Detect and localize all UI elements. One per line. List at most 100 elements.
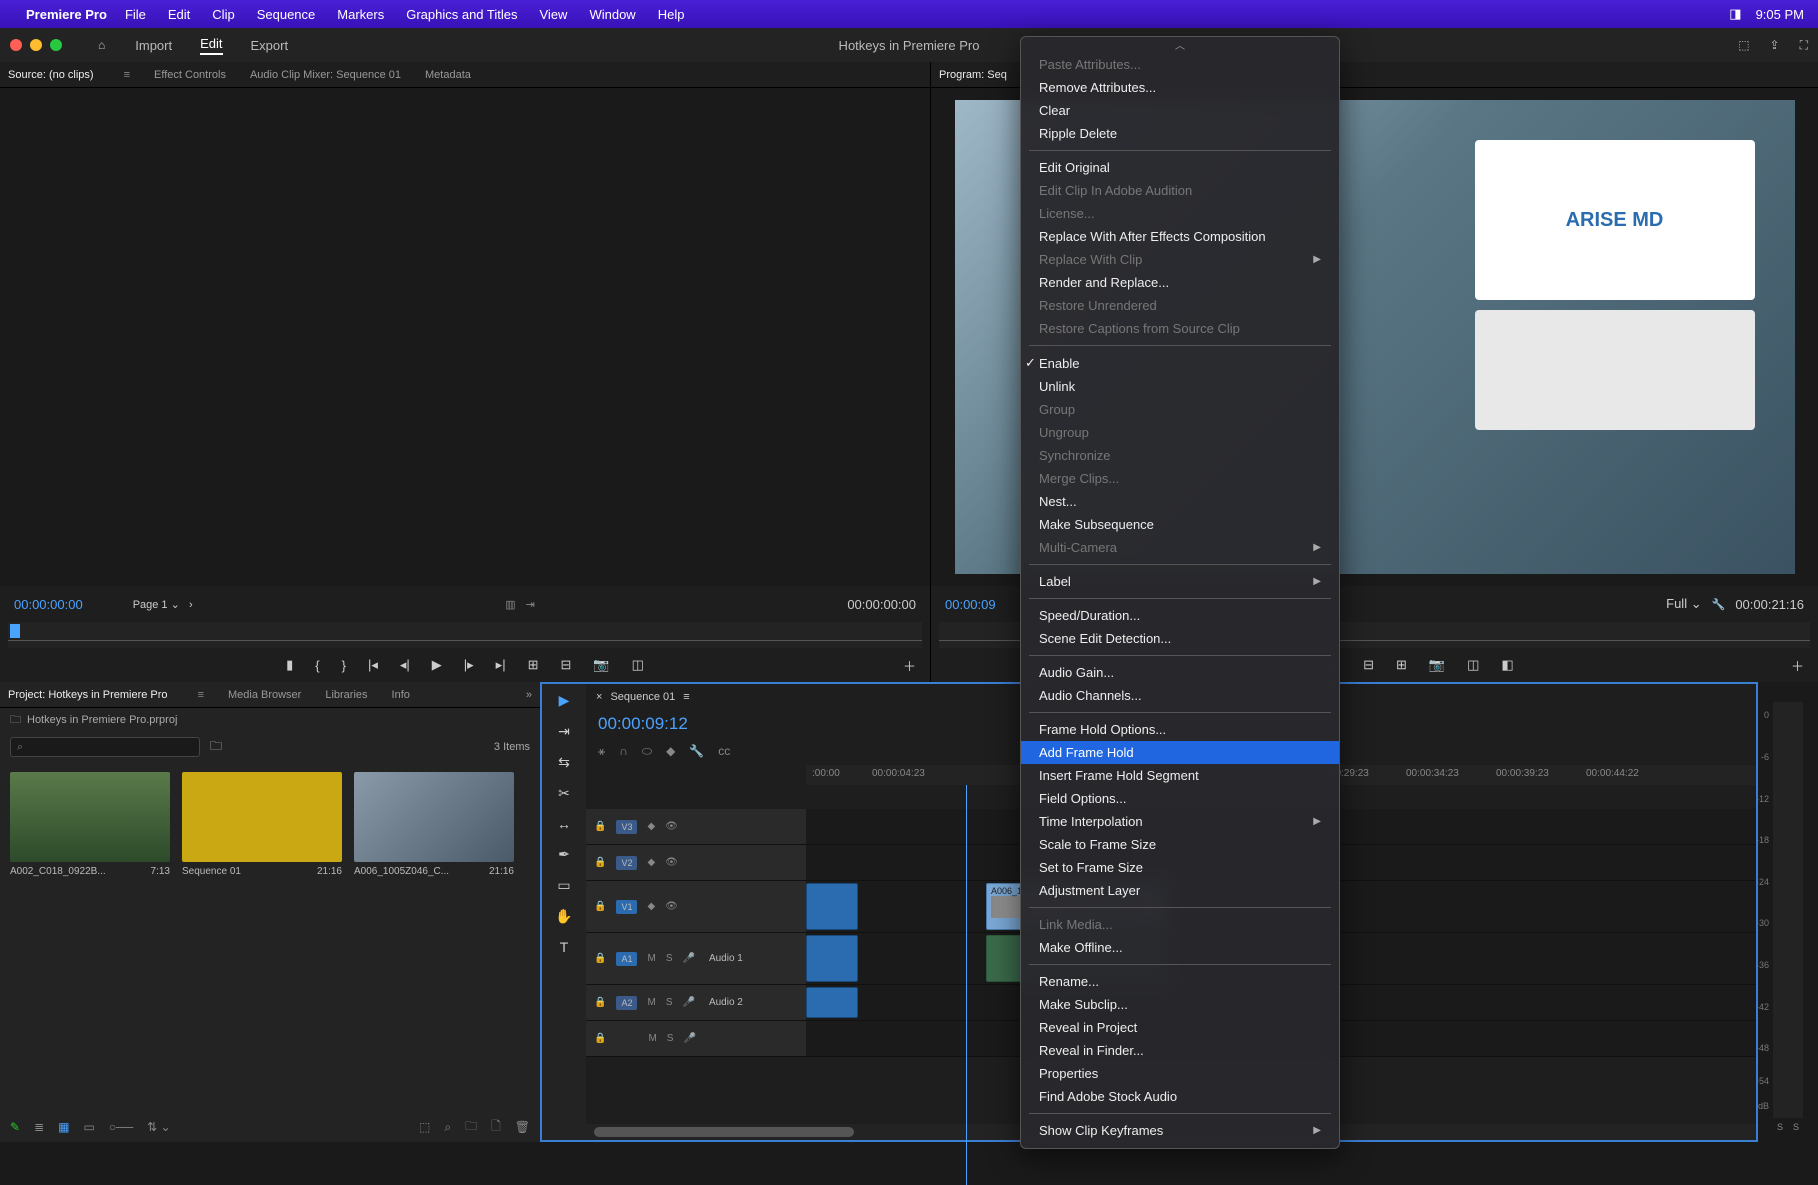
program-zoom-select[interactable]: Full ⌄ [1666,596,1701,612]
comparison-icon[interactable]: ◫ [632,657,644,673]
ctx-frame-hold-options[interactable]: Frame Hold Options... [1021,718,1339,741]
eye-icon[interactable]: 👁 [665,901,678,912]
fullscreen-icon[interactable]: ⛶ [1800,38,1808,53]
insert-icon[interactable]: ⊞ [528,657,539,673]
overwrite-icon[interactable]: ⊟ [560,657,571,673]
pen-tool-icon[interactable]: ✒ [558,846,570,863]
track-tag[interactable]: A1 [616,952,637,966]
ctx-properties[interactable]: Properties [1021,1062,1339,1085]
zoom-window-button[interactable] [50,39,62,51]
go-out-icon[interactable]: ▸| [496,657,506,673]
share-icon[interactable]: ⇪ [1770,38,1780,53]
menu-view[interactable]: View [540,7,568,22]
ctx-reveal-in-project[interactable]: Reveal in Project [1021,1016,1339,1039]
panel-menu-icon[interactable]: ≡ [683,691,689,703]
quick-export-icon[interactable]: ⬚ [1738,38,1749,53]
ctx-nest[interactable]: Nest... [1021,490,1339,513]
hand-tool-icon[interactable]: ✋ [555,908,572,925]
solo-icon[interactable]: S [666,997,673,1008]
settings-icon[interactable]: ⇥ [526,598,535,611]
source-tc-left[interactable]: 00:00:00:00 [14,597,83,612]
voice-over-icon[interactable]: 🎤 [683,1033,695,1044]
voice-over-icon[interactable]: 🎤 [682,997,694,1008]
close-window-button[interactable] [10,39,22,51]
eye-icon[interactable]: 👁 [665,821,678,832]
video-clip[interactable] [806,883,858,930]
new-bin-icon[interactable]: 🗀 [210,737,222,758]
ctx-remove-attributes[interactable]: Remove Attributes... [1021,76,1339,99]
wrench-icon[interactable]: 🔧 [1712,598,1726,611]
mute-icon[interactable]: M [647,953,655,964]
step-back-icon[interactable]: ◂| [400,657,410,673]
find-icon[interactable]: ⌕ [444,1120,451,1135]
add-marker-icon[interactable]: ▮ [286,657,293,673]
lock-icon[interactable]: 🔒 [594,821,606,832]
tab-project[interactable]: Project: Hotkeys in Premiere Pro [8,689,168,701]
marker-icon[interactable]: ◆ [666,744,675,759]
track-tag[interactable]: V1 [616,900,637,914]
button-editor-icon[interactable]: ＋ [1791,656,1804,675]
ctx-adjustment-layer[interactable]: Adjustment Layer [1021,879,1339,902]
export-frame-icon[interactable]: 📷 [1429,657,1445,673]
ripple-edit-tool-icon[interactable]: ⇆ [558,754,570,771]
ctx-audio-channels[interactable]: Audio Channels... [1021,684,1339,707]
mark-in-icon[interactable]: { [315,658,319,673]
sync-lock-icon[interactable]: ◆ [647,857,655,868]
tab-effect-controls[interactable]: Effect Controls [154,69,226,81]
clip-card[interactable]: A002_C018_0922B...7:13 [10,772,170,877]
ctx-make-subsequence[interactable]: Make Subsequence [1021,513,1339,536]
solo-icon[interactable]: S [666,953,673,964]
sync-lock-icon[interactable]: ◆ [647,821,655,832]
mute-icon[interactable]: M [647,997,655,1008]
ctx-scale-to-frame-size[interactable]: Scale to Frame Size [1021,833,1339,856]
scroll-up-arrow-icon[interactable]: ︿ [1021,43,1339,53]
bin-icon[interactable]: 🗀 [10,711,21,730]
meter-scale[interactable]: 0 -6 -12 -18 -24 -30 -36 -42 -48 -54 dB [1773,702,1803,1118]
lock-icon[interactable]: 🔒 [594,857,606,868]
new-item-icon[interactable]: 🗋 [491,1117,501,1138]
tab-program[interactable]: Program: Seq [939,69,1007,81]
timeline-playhead[interactable] [966,785,967,1185]
clip-thumbnail[interactable] [10,772,170,862]
ctx-add-frame-hold[interactable]: Add Frame Hold [1021,741,1339,764]
audio-clip[interactable] [806,987,858,1018]
lift-icon[interactable]: ⊟ [1363,657,1374,673]
clip-thumbnail[interactable] [182,772,342,862]
ctx-replace-with-after-effects-composition[interactable]: Replace With After Effects Composition [1021,225,1339,248]
menu-markers[interactable]: Markers [337,7,384,22]
track-tag[interactable]: V3 [616,820,637,834]
track-tag[interactable]: V2 [616,856,637,870]
play-icon[interactable]: ▶ [432,657,442,673]
freeform-view-icon[interactable]: ▭ [83,1120,94,1134]
ctx-ripple-delete[interactable]: Ripple Delete [1021,122,1339,145]
eye-icon[interactable]: 👁 [665,857,678,868]
clip-card[interactable]: Sequence 0121:16 [182,772,342,877]
menu-edit[interactable]: Edit [168,7,190,22]
tab-audio-clip-mixer[interactable]: Audio Clip Mixer: Sequence 01 [250,69,401,81]
track-tag[interactable]: A2 [616,996,637,1010]
button-editor-icon[interactable]: ＋ [903,656,916,675]
tab-metadata[interactable]: Metadata [425,69,471,81]
home-icon[interactable]: ⌂ [98,38,105,52]
solo-icon[interactable]: S [667,1033,674,1044]
tab-media-browser[interactable]: Media Browser [228,689,301,701]
lock-icon[interactable]: 🔒 [594,997,606,1008]
sort-icon[interactable]: ⇅ ⌄ [147,1120,170,1134]
type-tool-icon[interactable]: T [560,939,569,955]
project-search-input[interactable] [10,737,200,757]
solo-left[interactable]: S [1777,1122,1783,1142]
ctx-make-subclip[interactable]: Make Subclip... [1021,993,1339,1016]
ctx-make-offline[interactable]: Make Offline... [1021,936,1339,959]
menu-clip[interactable]: Clip [212,7,234,22]
menu-help[interactable]: Help [658,7,685,22]
ctx-time-interpolation[interactable]: Time Interpolation▶ [1021,810,1339,833]
ctx-reveal-in-finder[interactable]: Reveal in Finder... [1021,1039,1339,1062]
lock-icon[interactable]: 🔒 [594,901,606,912]
timeline-tab[interactable]: Sequence 01 [610,691,675,703]
snap-icon[interactable]: ∩ [619,744,628,759]
menu-graphics[interactable]: Graphics and Titles [406,7,517,22]
mute-icon[interactable]: M [648,1033,656,1044]
ctx-show-clip-keyframes[interactable]: Show Clip Keyframes▶ [1021,1119,1339,1142]
source-playhead-icon[interactable] [10,624,20,638]
automate-icon[interactable]: ⬚ [419,1120,430,1134]
